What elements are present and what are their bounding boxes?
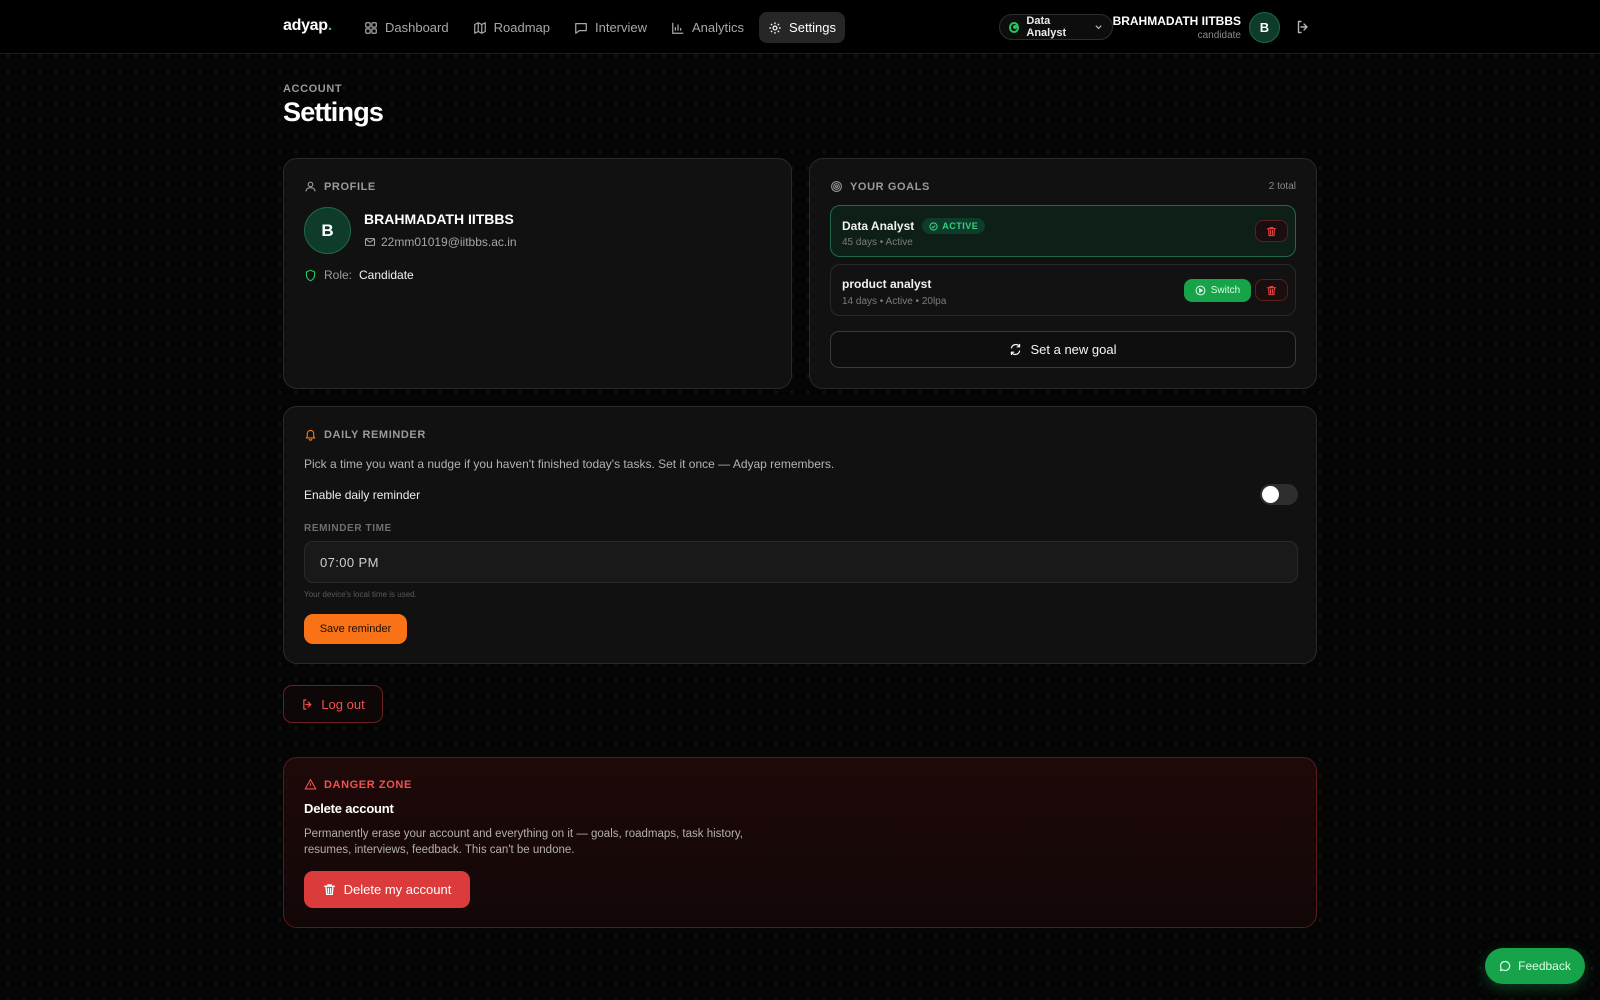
goal-item[interactable]: Data Analyst ACTIVE 45 days • Active bbox=[830, 205, 1296, 257]
reminder-card-label: DAILY REMINDER bbox=[304, 428, 426, 441]
play-circle-icon bbox=[1195, 285, 1206, 296]
chat-icon bbox=[575, 22, 587, 34]
bar-chart-icon bbox=[672, 22, 684, 34]
top-nav-bar: adyap. Dashboard Roadmap Interview Analy… bbox=[0, 0, 1600, 54]
avatar: B bbox=[304, 207, 351, 254]
trash-icon bbox=[1266, 226, 1277, 236]
reminder-description: Pick a time you want a nudge if you have… bbox=[304, 457, 835, 471]
check-circle-icon bbox=[929, 221, 938, 231]
goal-selector-value: Data Analyst bbox=[1026, 15, 1067, 39]
goal-title: product analyst bbox=[842, 277, 932, 291]
profile-role: Role: Candidate bbox=[304, 268, 414, 282]
nav-item-settings[interactable]: Settings bbox=[759, 12, 846, 43]
toggle-knob bbox=[1262, 486, 1279, 503]
profile-email: 22mm01019@iitbbs.ac.in bbox=[364, 235, 517, 249]
bell-icon bbox=[305, 429, 316, 441]
goal-meta: 45 days • Active bbox=[842, 237, 913, 248]
header-user-name: BRAHMADATH IITBBS bbox=[1112, 14, 1241, 28]
feedback-button[interactable]: Feedback bbox=[1485, 948, 1585, 984]
reminder-time-input[interactable] bbox=[304, 541, 1298, 583]
enable-reminder-toggle[interactable] bbox=[1260, 484, 1298, 505]
goals-card-label: YOUR GOALS bbox=[830, 180, 930, 193]
nav-label: Dashboard bbox=[385, 20, 449, 35]
nav-label: Settings bbox=[789, 20, 837, 35]
danger-zone-label: DANGER ZONE bbox=[304, 778, 412, 791]
profile-card: PROFILE B BRAHMADATH IITBBS 22mm01019@ii… bbox=[283, 158, 792, 389]
page-title: Settings bbox=[283, 97, 384, 127]
logout-icon[interactable] bbox=[1295, 19, 1311, 35]
brand-logo[interactable]: adyap. bbox=[283, 17, 332, 35]
goal-item[interactable]: product analyst 14 days • Active • 20lpa… bbox=[830, 264, 1296, 316]
logout-icon bbox=[303, 698, 312, 710]
profile-card-label: PROFILE bbox=[304, 180, 376, 193]
nav-label: Analytics bbox=[692, 20, 745, 35]
avatar[interactable]: B bbox=[1249, 12, 1280, 43]
gear-icon bbox=[769, 21, 781, 34]
delete-account-button[interactable]: Delete my account bbox=[304, 871, 470, 908]
target-icon bbox=[1009, 21, 1020, 33]
goal-title: Data Analyst bbox=[842, 219, 915, 233]
set-new-goal-button[interactable]: Set a new goal bbox=[830, 331, 1296, 368]
profile-name: BRAHMADATH IITBBS bbox=[364, 211, 514, 227]
delete-goal-button[interactable] bbox=[1255, 279, 1288, 301]
trash-icon bbox=[323, 884, 335, 896]
shield-icon bbox=[305, 269, 316, 281]
reminder-time-hint: Your device's local time is used. bbox=[304, 590, 417, 599]
chat-icon bbox=[1500, 960, 1511, 972]
switch-goal-button[interactable]: Switch bbox=[1184, 279, 1251, 302]
status-badge: ACTIVE bbox=[922, 218, 986, 234]
delete-goal-button[interactable] bbox=[1255, 220, 1288, 242]
grid-icon bbox=[365, 21, 377, 34]
goals-count: 2 total bbox=[1268, 181, 1296, 192]
goal-meta: 14 days • Active • 20lpa bbox=[842, 296, 947, 307]
daily-reminder-card: DAILY REMINDER Pick a time you want a nu… bbox=[283, 406, 1317, 664]
refresh-icon bbox=[1011, 343, 1021, 356]
nav-item-interview[interactable]: Interview bbox=[565, 12, 656, 43]
page-eyebrow: ACCOUNT bbox=[283, 83, 343, 95]
logout-button[interactable]: Log out bbox=[283, 685, 383, 723]
danger-zone-card: DANGER ZONE Delete account Permanently e… bbox=[283, 757, 1317, 928]
mail-icon bbox=[364, 238, 376, 246]
nav-item-analytics[interactable]: Analytics bbox=[662, 12, 753, 43]
trash-icon bbox=[1266, 285, 1277, 295]
nav-label: Roadmap bbox=[493, 20, 550, 35]
enable-reminder-label: Enable daily reminder bbox=[304, 488, 421, 502]
warning-icon bbox=[304, 779, 317, 790]
user-icon bbox=[305, 181, 316, 192]
chevron-down-icon bbox=[1095, 25, 1102, 30]
map-icon bbox=[473, 21, 486, 34]
main-nav: Dashboard Roadmap Interview Analytics Se… bbox=[355, 12, 846, 43]
goal-selector-dropdown[interactable]: Data Analyst bbox=[999, 14, 1113, 40]
nav-item-roadmap[interactable]: Roadmap bbox=[464, 12, 559, 43]
nav-label: Interview bbox=[594, 20, 648, 35]
goals-card: YOUR GOALS 2 total Data Analyst ACTIVE 4… bbox=[809, 158, 1317, 389]
nav-item-dashboard[interactable]: Dashboard bbox=[355, 12, 458, 43]
save-reminder-button[interactable]: Save reminder bbox=[304, 614, 407, 644]
reminder-time-label: REMINDER TIME bbox=[304, 523, 392, 534]
header-user-role: candidate bbox=[1197, 30, 1241, 41]
target-icon bbox=[831, 181, 842, 192]
delete-account-description: Permanently erase your account and every… bbox=[304, 828, 743, 856]
delete-account-title: Delete account bbox=[304, 801, 394, 816]
